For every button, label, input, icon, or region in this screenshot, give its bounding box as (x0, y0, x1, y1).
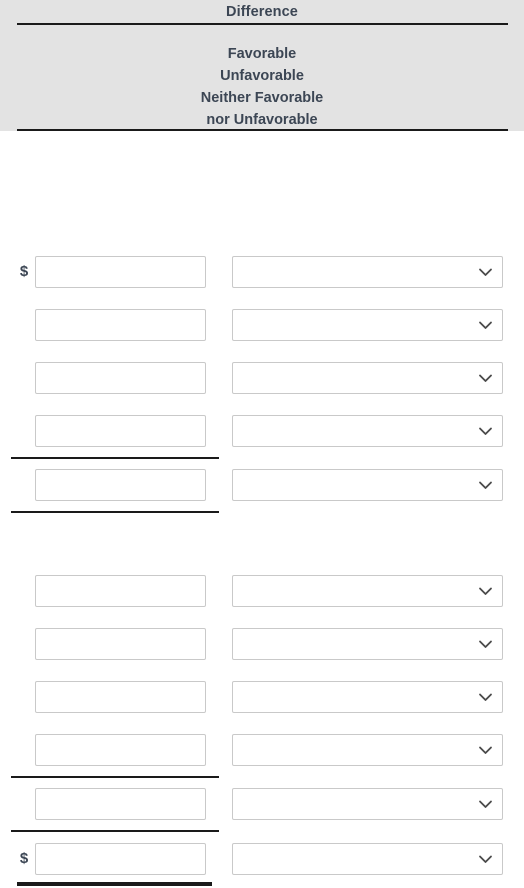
worksheet-row-11: $ (0, 843, 524, 875)
worksheet-row-10 (0, 788, 524, 820)
subtotal-rule-2 (11, 511, 219, 513)
subtotal-rule-4 (11, 830, 219, 832)
classification-select-5-wrapper (232, 469, 503, 501)
amount-input-1[interactable] (35, 256, 206, 288)
subtotal-rule-3 (11, 776, 219, 778)
worksheet-row-4 (0, 415, 524, 447)
worksheet-row-8 (0, 681, 524, 713)
classification-select-5[interactable] (232, 469, 503, 501)
classification-select-8[interactable] (232, 681, 503, 713)
category-legend-line: Neither Favorable (200, 90, 324, 106)
classification-select-10-wrapper (232, 788, 503, 820)
classification-select-6[interactable] (232, 575, 503, 607)
classification-select-4[interactable] (232, 415, 503, 447)
amount-input-9[interactable] (35, 734, 206, 766)
classification-select-6-wrapper (232, 575, 503, 607)
worksheet-row-5 (0, 469, 524, 501)
classification-select-3[interactable] (232, 362, 503, 394)
classification-select-2[interactable] (232, 309, 503, 341)
amount-input-11[interactable] (35, 843, 206, 875)
classification-select-2-wrapper (232, 309, 503, 341)
classification-select-1-wrapper (232, 256, 503, 288)
category-legend: Favorable Unfavorable Neither Favorable … (0, 43, 524, 131)
category-legend-line: nor Unfavorable (206, 112, 318, 128)
difference-column-header: Difference Favorable Unfavorable Neither… (0, 0, 524, 131)
worksheet-row-9 (0, 734, 524, 766)
classification-select-11-wrapper (232, 843, 503, 875)
classification-select-3-wrapper (232, 362, 503, 394)
amount-input-10[interactable] (35, 788, 206, 820)
amount-input-2[interactable] (35, 309, 206, 341)
amount-input-5[interactable] (35, 469, 206, 501)
currency-symbol: $ (19, 850, 29, 867)
worksheet-row-1: $ (0, 256, 524, 288)
classification-select-8-wrapper (232, 681, 503, 713)
worksheet-row-7 (0, 628, 524, 660)
amount-input-6[interactable] (35, 575, 206, 607)
subtotal-rule-1 (11, 457, 219, 459)
classification-select-1[interactable] (232, 256, 503, 288)
classification-select-7[interactable] (232, 628, 503, 660)
worksheet-row-6 (0, 575, 524, 607)
classification-select-11[interactable] (232, 843, 503, 875)
classification-select-9[interactable] (232, 734, 503, 766)
amount-input-8[interactable] (35, 681, 206, 713)
header-top-rule (17, 23, 508, 25)
amount-input-3[interactable] (35, 362, 206, 394)
worksheet-row-3 (0, 362, 524, 394)
currency-symbol: $ (19, 263, 29, 280)
category-legend-line: Favorable (227, 46, 297, 62)
classification-select-10[interactable] (232, 788, 503, 820)
page-title: Difference (226, 4, 298, 20)
amount-input-4[interactable] (35, 415, 206, 447)
amount-input-7[interactable] (35, 628, 206, 660)
classification-select-4-wrapper (232, 415, 503, 447)
worksheet-row-2 (0, 309, 524, 341)
classification-select-9-wrapper (232, 734, 503, 766)
grand-total-double-rule (17, 882, 212, 886)
category-legend-line: Unfavorable (220, 68, 304, 84)
worksheet-form: $ $ (0, 131, 524, 888)
classification-select-7-wrapper (232, 628, 503, 660)
